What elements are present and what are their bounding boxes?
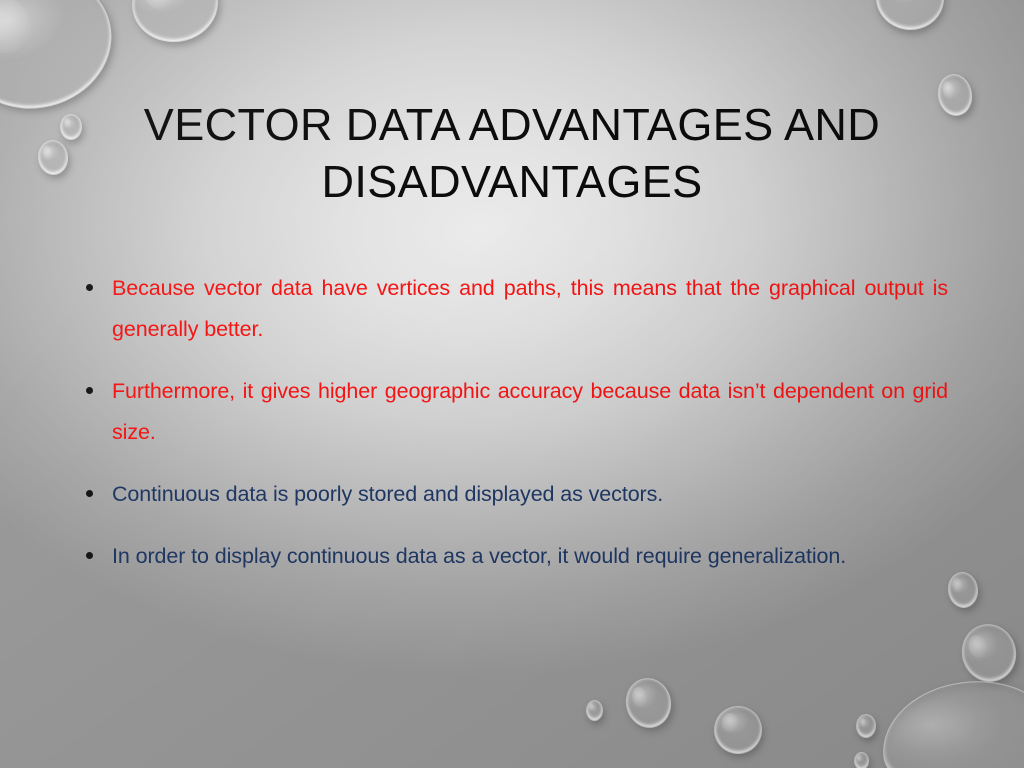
droplet-top-right (934, 71, 976, 119)
droplet-top-right-cut (872, 0, 948, 34)
droplet-bottom-right-small (856, 714, 876, 738)
bullet-item: Continuous data is poorly stored and dis… (80, 474, 948, 515)
droplet-right-mid (945, 570, 981, 610)
droplet-top-left-upper (127, 0, 223, 48)
droplet-bottom-tiny (586, 700, 603, 721)
bullet-marker-icon (86, 552, 93, 559)
puddle-bottom-right (876, 673, 1024, 768)
droplet-bottom-right-upper (955, 617, 1023, 689)
bullet-text: In order to display continuous data as a… (112, 544, 847, 568)
bullet-text: Continuous data is poorly stored and dis… (112, 482, 664, 506)
slide-title: VECTOR DATA ADVANTAGES AND DISADVANTAGES (143, 99, 881, 207)
droplet-left-medium (36, 138, 70, 177)
bullet-marker-icon (86, 284, 93, 291)
slide: VECTOR DATA ADVANTAGES AND DISADVANTAGES… (0, 0, 1024, 768)
bullet-list: Because vector data have vertices and pa… (80, 268, 948, 577)
droplet-bottom-medium (621, 673, 676, 733)
droplet-bottom-right-tiny (854, 752, 869, 768)
bullet-item: In order to display continuous data as a… (80, 536, 948, 577)
bullet-marker-icon (86, 387, 93, 394)
droplet-bottom-center (714, 706, 762, 754)
bullet-item: Furthermore, it gives higher geographic … (80, 371, 948, 453)
bullet-text: Furthermore, it gives higher geographic … (112, 379, 948, 444)
bullet-marker-icon (86, 490, 93, 497)
bullet-item: Because vector data have vertices and pa… (80, 268, 948, 350)
bullet-text: Because vector data have vertices and pa… (112, 276, 948, 341)
droplet-left-small (60, 114, 82, 140)
